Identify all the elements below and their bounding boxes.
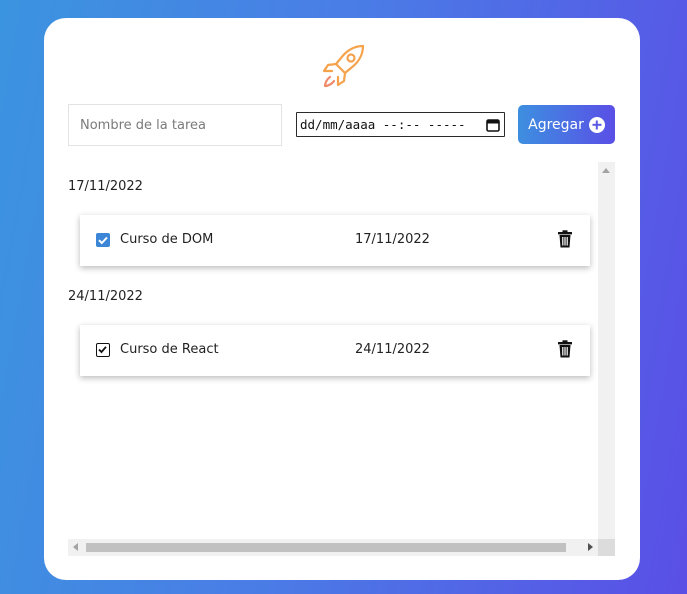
task-date: 17/11/2022 [355,232,430,247]
scroll-left-icon[interactable] [73,543,78,551]
task-item: Curso de DOM 17/11/2022 [80,215,590,266]
date-group-heading: 24/11/2022 [68,289,143,304]
task-list-scroll-area[interactable]: 17/11/2022 Curso de DOM 17/11/2022 24/11… [68,162,615,556]
date-time-input[interactable]: dd/mm/aaaa --:-- ----- [296,112,505,137]
date-group-heading: 17/11/2022 [68,179,143,194]
task-date: 24/11/2022 [355,342,430,357]
scrollbar-corner [598,539,615,556]
task-checkbox[interactable] [96,343,110,357]
vertical-scrollbar[interactable] [598,162,615,556]
task-name-input[interactable] [68,104,282,146]
calendar-icon[interactable] [485,117,501,133]
scroll-up-icon[interactable] [602,168,610,173]
add-task-label: Agregar [528,116,584,133]
trash-icon[interactable] [557,230,573,248]
add-task-button[interactable]: Agregar [518,105,615,144]
horizontal-scrollbar[interactable] [68,539,598,556]
task-name: Curso de DOM [120,232,214,247]
scroll-right-icon[interactable] [588,543,593,551]
horizontal-scroll-thumb[interactable] [86,543,566,552]
task-item: Curso de React 24/11/2022 [80,325,590,376]
plus-circle-icon [588,116,605,133]
todo-card: dd/mm/aaaa --:-- ----- Agregar 17/11/202… [44,18,640,580]
task-checkbox[interactable] [96,233,110,247]
task-name: Curso de React [120,342,219,357]
date-time-value: dd/mm/aaaa --:-- ----- [300,117,466,132]
rocket-icon [319,42,369,90]
trash-icon[interactable] [557,340,573,358]
